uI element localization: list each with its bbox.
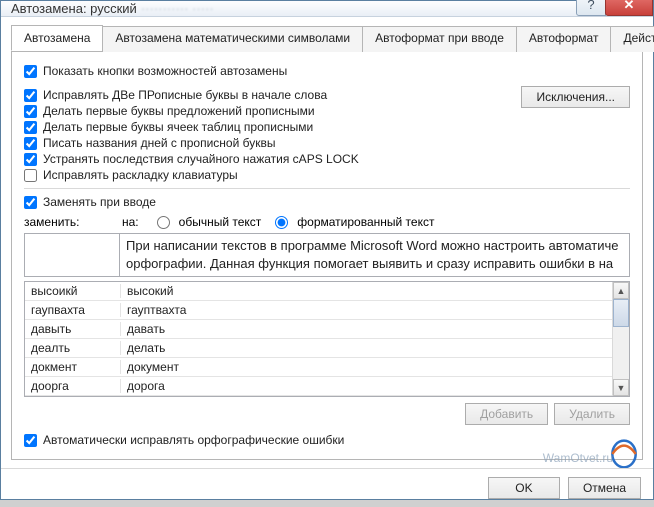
scroll-thumb[interactable] (613, 299, 629, 327)
check-show-buttons-row: Показать кнопки возможностей автозамены (24, 64, 630, 78)
radio-plain-text[interactable] (157, 216, 170, 229)
titlebar[interactable]: Автозамена: русский··········· ····· ? ✕ (1, 1, 653, 17)
tab-autocorrect[interactable]: Автозамена (11, 25, 103, 51)
window-title: Автозамена: русский··········· ····· (11, 1, 577, 16)
close-button[interactable]: ✕ (605, 0, 653, 16)
check-cell-cap-label: Делать первые буквы ячеек таблиц прописн… (43, 120, 313, 134)
separator (24, 188, 630, 189)
table-row[interactable]: дооргадорога (25, 377, 612, 396)
dialog-footer: OK Отмена (1, 468, 653, 507)
check-show-buttons-label: Показать кнопки возможностей автозамены (43, 64, 287, 78)
replace-label: заменить: (24, 215, 112, 229)
check-sentence-cap-label: Делать первые буквы предложений прописны… (43, 104, 315, 118)
table-row[interactable]: гаупвахтагауптвахта (25, 301, 612, 320)
tab-panel: Показать кнопки возможностей автозамены … (11, 52, 643, 460)
caps-section: Исправлять ДВе ПРописные буквы в начале … (24, 86, 630, 184)
tab-autoformat-typing[interactable]: Автоформат при вводе (362, 26, 517, 52)
check-keyboard-layout[interactable] (24, 169, 37, 182)
radio-plain-text-label: обычный текст (179, 215, 262, 229)
window-buttons: ? ✕ (577, 0, 653, 16)
scroll-up-icon[interactable]: ▲ (613, 282, 629, 299)
add-button[interactable]: Добавить (465, 403, 548, 425)
radio-formatted-text-label: форматированный текст (297, 215, 434, 229)
replace-header-row: заменить: на: обычный текст форматирован… (24, 215, 630, 229)
scroll-down-icon[interactable]: ▼ (613, 379, 629, 396)
content-area: Автозамена Автозамена математическими си… (1, 17, 653, 468)
cancel-button[interactable]: Отмена (568, 477, 641, 499)
check-caps-lock[interactable] (24, 153, 37, 166)
table-row[interactable]: деалтьделать (25, 339, 612, 358)
check-auto-spell[interactable] (24, 434, 37, 447)
check-cell-cap[interactable] (24, 121, 37, 134)
dialog-window: Автозамена: русский··········· ····· ? ✕… (0, 0, 654, 500)
scroll-track[interactable] (613, 327, 629, 379)
radio-formatted-text[interactable] (275, 216, 288, 229)
replace-input[interactable] (24, 233, 120, 277)
tab-autoformat[interactable]: Автоформат (516, 26, 612, 52)
check-show-buttons[interactable] (24, 65, 37, 78)
check-caps-lock-label: Устранять последствия случайного нажатия… (43, 152, 359, 166)
autocorrect-table: высоикйвысокий гаупвахтагауптвахта давыт… (24, 281, 630, 397)
replace-fields: При написании текстов в программе Micros… (24, 233, 630, 277)
check-replace-on-type-label: Заменять при вводе (43, 195, 156, 209)
tab-strip: Автозамена Автозамена математическими си… (11, 25, 643, 52)
check-two-caps-label: Исправлять ДВе ПРописные буквы в начале … (43, 88, 327, 102)
help-button[interactable]: ? (576, 0, 606, 16)
check-day-names[interactable] (24, 137, 37, 150)
check-auto-spell-label: Автоматически исправлять орфографические… (43, 433, 344, 447)
check-day-names-label: Писать названия дней с прописной буквы (43, 136, 275, 150)
delete-button[interactable]: Удалить (554, 403, 630, 425)
table-row[interactable]: докментдокумент (25, 358, 612, 377)
ok-button[interactable]: OK (488, 477, 560, 499)
check-replace-on-type[interactable] (24, 196, 37, 209)
tab-actions[interactable]: Действия (610, 26, 654, 52)
table-scrollbar[interactable]: ▲ ▼ (612, 282, 629, 396)
check-two-caps[interactable] (24, 89, 37, 102)
tab-math-autocorrect[interactable]: Автозамена математическими символами (102, 26, 363, 52)
check-keyboard-layout-label: Исправлять раскладку клавиатуры (43, 168, 238, 182)
table-row[interactable]: давытьдавать (25, 320, 612, 339)
exceptions-button[interactable]: Исключения... (521, 86, 630, 108)
table-row[interactable]: высоикйвысокий (25, 282, 612, 301)
replace-preview: При написании текстов в программе Micros… (120, 233, 630, 277)
check-sentence-cap[interactable] (24, 105, 37, 118)
table-body[interactable]: высоикйвысокий гаупвахтагауптвахта давыт… (25, 282, 612, 396)
with-label: на: (122, 215, 139, 229)
table-action-row: Добавить Удалить (24, 403, 630, 425)
